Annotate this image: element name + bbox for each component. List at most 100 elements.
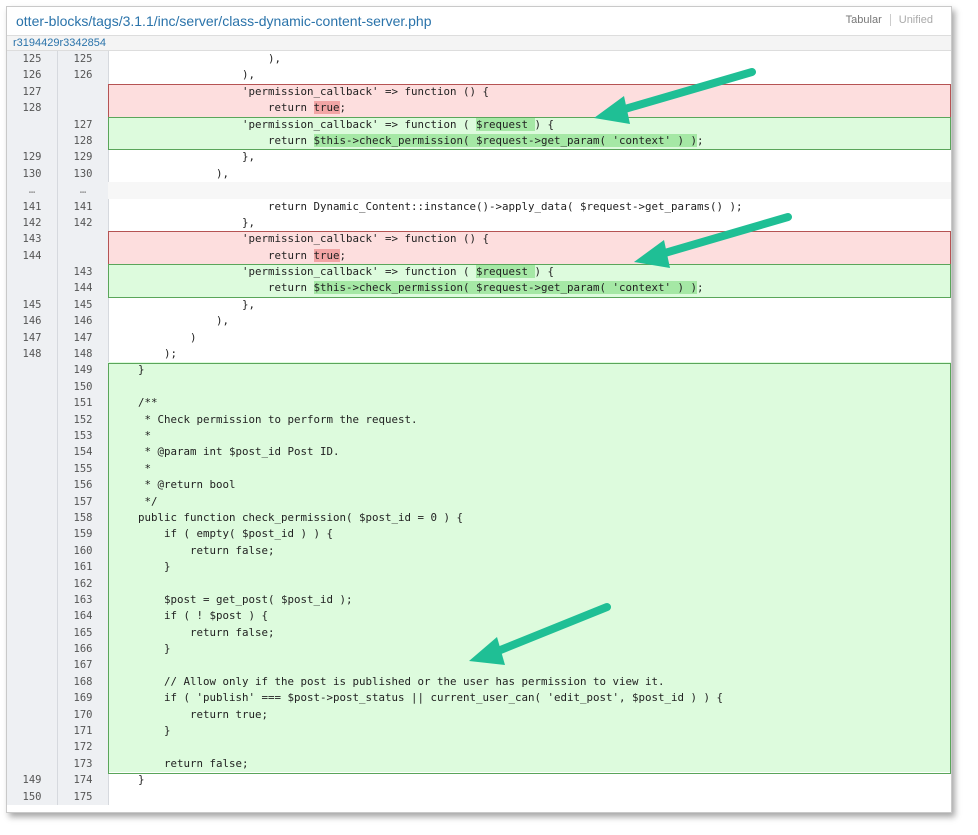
diff-row-ctx: 147 147 ): [7, 329, 951, 347]
removed-token: true: [313, 101, 340, 115]
new-line-number: …: [58, 182, 109, 199]
code-line: * @return bool: [108, 477, 951, 494]
tab-tabular[interactable]: Tabular: [838, 14, 890, 26]
file-path-link[interactable]: otter-blocks/tags/3.1.1/inc/server/class…: [16, 13, 432, 29]
code-text: }: [112, 560, 171, 574]
old-line-number: [7, 690, 58, 707]
code-text: 'permission_callback' => function () {: [112, 232, 490, 246]
code-text: ),: [112, 314, 230, 328]
old-line-number: [7, 657, 58, 674]
diff-row-skip: ……: [7, 182, 951, 199]
new-line-number: 152: [58, 411, 109, 428]
new-line-number: [58, 83, 109, 101]
new-line-number: 163: [58, 591, 109, 609]
new-line-number: 170: [58, 706, 109, 724]
code-text: ),: [112, 68, 256, 82]
new-line-number: 167: [58, 657, 109, 674]
code-text: return: [112, 133, 314, 147]
code-text: if ( 'publish' === $post->post_status ||…: [112, 691, 724, 705]
old-line-number: [7, 624, 58, 642]
code-text: },: [112, 215, 256, 229]
code-text: return false;: [112, 543, 275, 557]
old-line-number: 144: [7, 247, 58, 265]
code-text: ) {: [534, 117, 555, 131]
code-line: 'permission_callback' => function ( $req…: [108, 116, 951, 133]
new-line-number: 153: [58, 427, 109, 445]
code-text: if ( empty( $post_id ) ) {: [112, 527, 334, 541]
code-text: ),: [112, 52, 282, 65]
code-line: ),: [108, 313, 951, 329]
old-line-number: 143: [7, 231, 58, 248]
code-line: return false;: [108, 755, 951, 773]
diff-row-ctx: 142 142 },: [7, 214, 951, 232]
diff-row-ins: 155 *: [7, 460, 951, 478]
code-text: ;: [339, 101, 347, 115]
diff-row-ins: 171 }: [7, 723, 951, 740]
old-line-number: [7, 706, 58, 724]
new-line-number: 172: [58, 739, 109, 756]
code-line: }: [108, 362, 951, 379]
new-line-number: [58, 231, 109, 248]
code-line: return false;: [108, 624, 951, 642]
code-line: return Dynamic_Content::instance()->appl…: [108, 199, 951, 215]
new-line-number: 162: [58, 575, 109, 592]
diff-row-del: 143 'permission_callback' => function ()…: [7, 231, 951, 248]
code-text: ) {: [534, 265, 555, 279]
old-line-number: [7, 739, 58, 756]
code-text: return: [112, 248, 314, 262]
diff-row-ins: 144 return $this->check_permission( $req…: [7, 280, 951, 297]
diff-row-ins: 168 // Allow only if the post is publish…: [7, 673, 951, 691]
diff-row-ins: 159 if ( empty( $post_id ) ) {: [7, 526, 951, 543]
code-text: 'permission_callback' => function (: [112, 117, 477, 131]
code-text: return false;: [112, 625, 275, 639]
old-line-number: [7, 755, 58, 773]
old-line-number: 128: [7, 100, 58, 117]
new-line-number: 175: [58, 788, 109, 805]
old-line-number: …: [7, 182, 58, 199]
diff-row-ctx: 149 174 }: [7, 772, 951, 789]
code-line: * @param int $post_id Post ID.: [108, 444, 951, 461]
new-line-number: 156: [58, 477, 109, 494]
code-line: ),: [108, 166, 951, 182]
new-line-number: 142: [58, 214, 109, 232]
old-line-number: [7, 378, 58, 396]
diff-row-ctx: 130 130 ),: [7, 165, 951, 183]
new-line-number: 149: [58, 362, 109, 379]
diff-row-ins: 167: [7, 657, 951, 674]
code-line: if ( 'publish' === $post->post_status ||…: [108, 690, 951, 707]
diff-row-ins: 164 if ( ! $post ) {: [7, 608, 951, 625]
code-text: * Check permission to perform the reques…: [112, 412, 418, 426]
revision-link[interactable]: r3194429r3342854: [13, 37, 106, 49]
code-line: *: [108, 460, 951, 478]
code-text: ;: [697, 281, 704, 295]
new-line-number: 166: [58, 641, 109, 658]
code-line: public function check_permission( $post_…: [108, 509, 951, 527]
new-line-number: 165: [58, 624, 109, 642]
code-text: 'permission_callback' => function () {: [112, 84, 490, 98]
old-line-number: 147: [7, 329, 58, 347]
tab-unified[interactable]: Unified: [891, 14, 941, 26]
added-token: $request: [476, 265, 535, 279]
code-text: /**: [112, 396, 158, 410]
old-line-number: [7, 460, 58, 478]
new-line-number: 147: [58, 329, 109, 347]
new-line-number: 141: [58, 198, 109, 215]
new-line-number: [58, 247, 109, 265]
code-line: */: [108, 493, 951, 510]
old-line-number: 148: [7, 346, 58, 363]
old-line-number: [7, 509, 58, 527]
code-text: return true;: [112, 707, 269, 721]
code-line: );: [108, 346, 951, 362]
diff-row-ins: 162: [7, 575, 951, 592]
diff-row-ins: 172: [7, 739, 951, 756]
old-line-number: [7, 493, 58, 510]
code-line: ),: [108, 51, 951, 67]
old-line-number: [7, 116, 58, 133]
code-text: ),: [112, 166, 230, 180]
code-text: }: [112, 724, 171, 738]
code-text: },: [112, 297, 256, 311]
new-line-number: 157: [58, 493, 109, 510]
old-line-number: [7, 608, 58, 625]
code-text: ;: [697, 133, 704, 147]
new-line-number: 129: [58, 149, 109, 166]
